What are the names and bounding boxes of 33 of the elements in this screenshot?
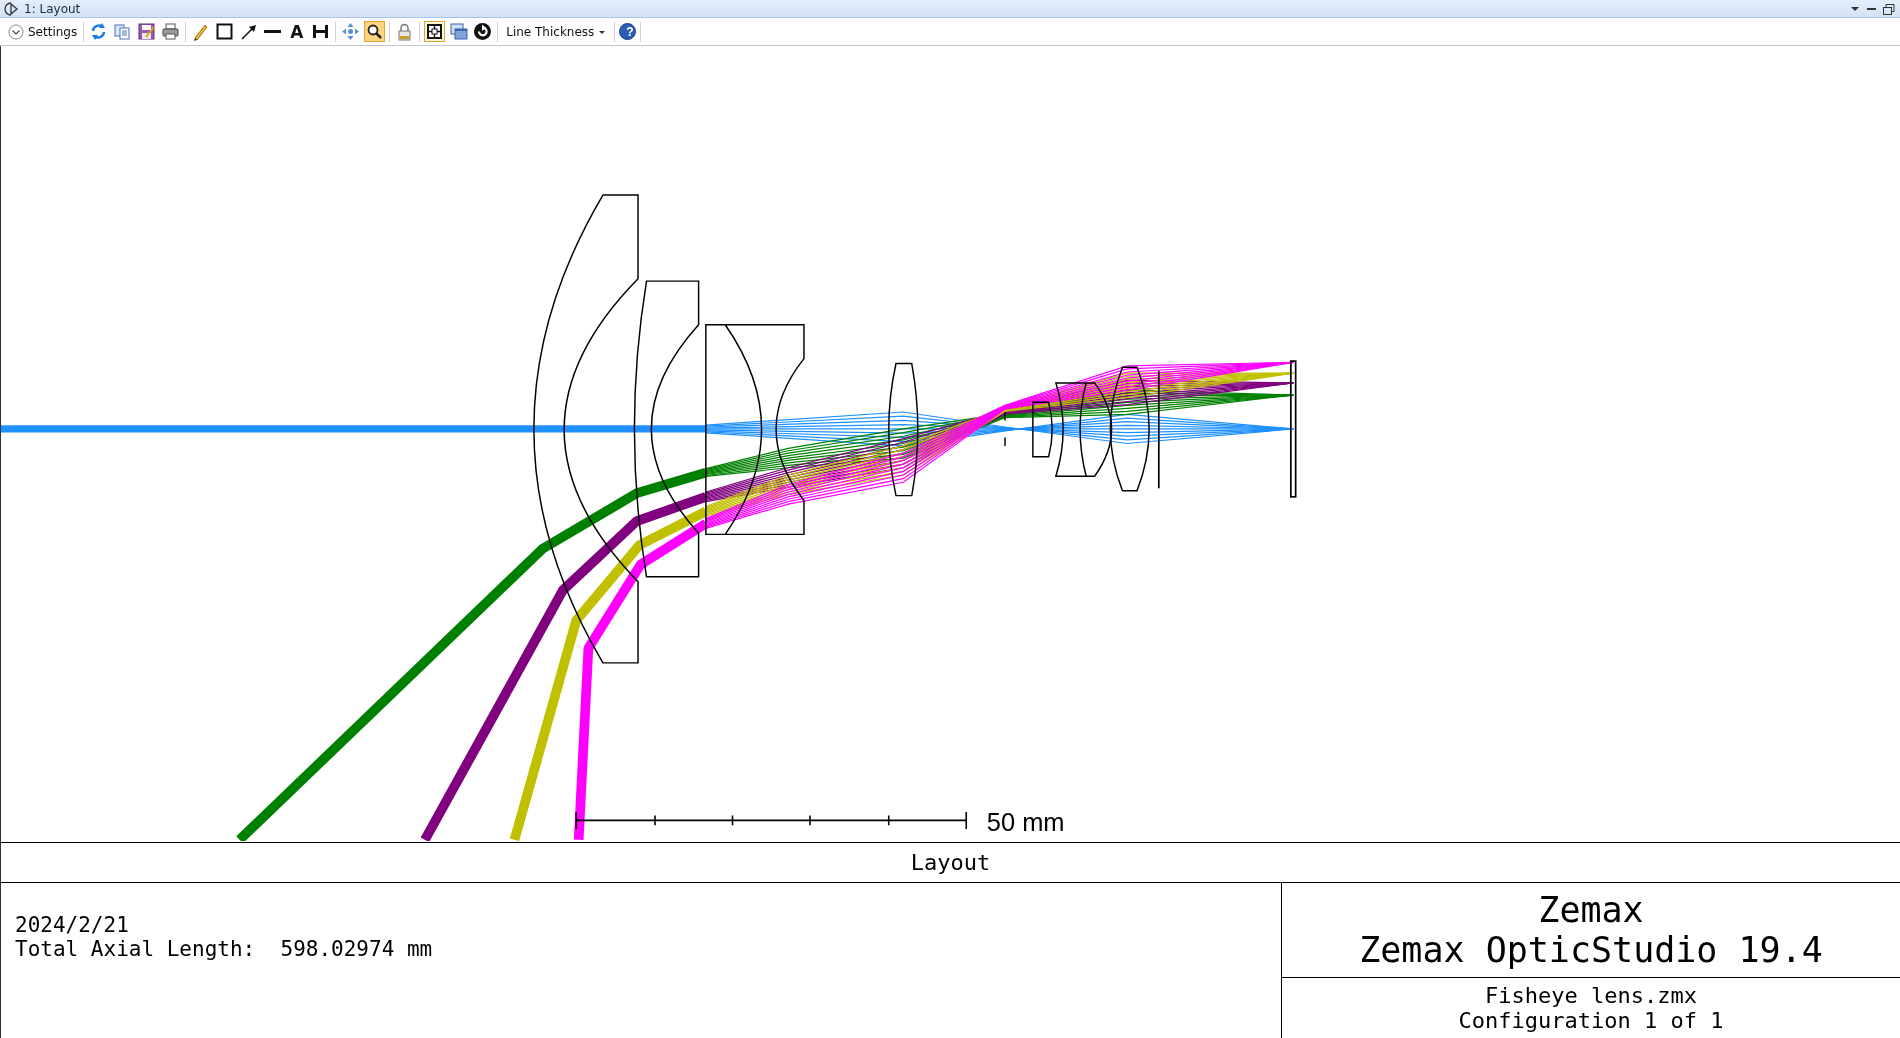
scale-label: 50 mm <box>986 808 1065 837</box>
window-icon <box>4 0 18 17</box>
lens-element <box>1032 401 1053 458</box>
windows-button[interactable] <box>448 21 470 42</box>
rectangle-tool-button[interactable] <box>214 21 236 42</box>
fit-frame-icon <box>425 22 445 41</box>
restore-icon <box>1882 1 1896 16</box>
dimension-icon <box>311 22 331 41</box>
configuration-text: Configuration 1 of 1 <box>1458 1008 1724 1033</box>
line-thickness-dropdown[interactable]: Line Thickness <box>502 24 611 39</box>
windows-icon <box>449 22 469 41</box>
arrow-icon <box>239 22 259 41</box>
file-name: Fisheye lens.zmx <box>1485 983 1697 1008</box>
axial-length-text: Total Axial Length: 598.02974 mm <box>15 937 434 961</box>
fit-button[interactable] <box>424 21 446 42</box>
minimize-icon <box>1867 7 1876 10</box>
move-arrows-icon <box>341 22 361 41</box>
chevron-down-icon <box>8 23 24 40</box>
window-title: 1: Layout <box>24 1 81 16</box>
reset-button[interactable] <box>472 21 494 42</box>
save-button[interactable] <box>136 21 158 42</box>
printer-icon <box>161 22 181 41</box>
product-name: Zemax OpticStudio 19.4 <box>1359 930 1823 970</box>
company-name: Zemax <box>1538 890 1644 930</box>
settings-button[interactable]: Settings <box>6 23 80 40</box>
plot-title: Layout <box>0 843 1900 883</box>
rectangle-icon <box>215 22 235 41</box>
text-tool-button[interactable]: A <box>286 21 308 42</box>
copy-icon <box>113 22 133 41</box>
zoom-button[interactable] <box>364 21 386 42</box>
date-text: 2024/2/21 <box>15 913 130 937</box>
print-button[interactable] <box>160 21 182 42</box>
help-button[interactable]: ? <box>619 23 637 40</box>
